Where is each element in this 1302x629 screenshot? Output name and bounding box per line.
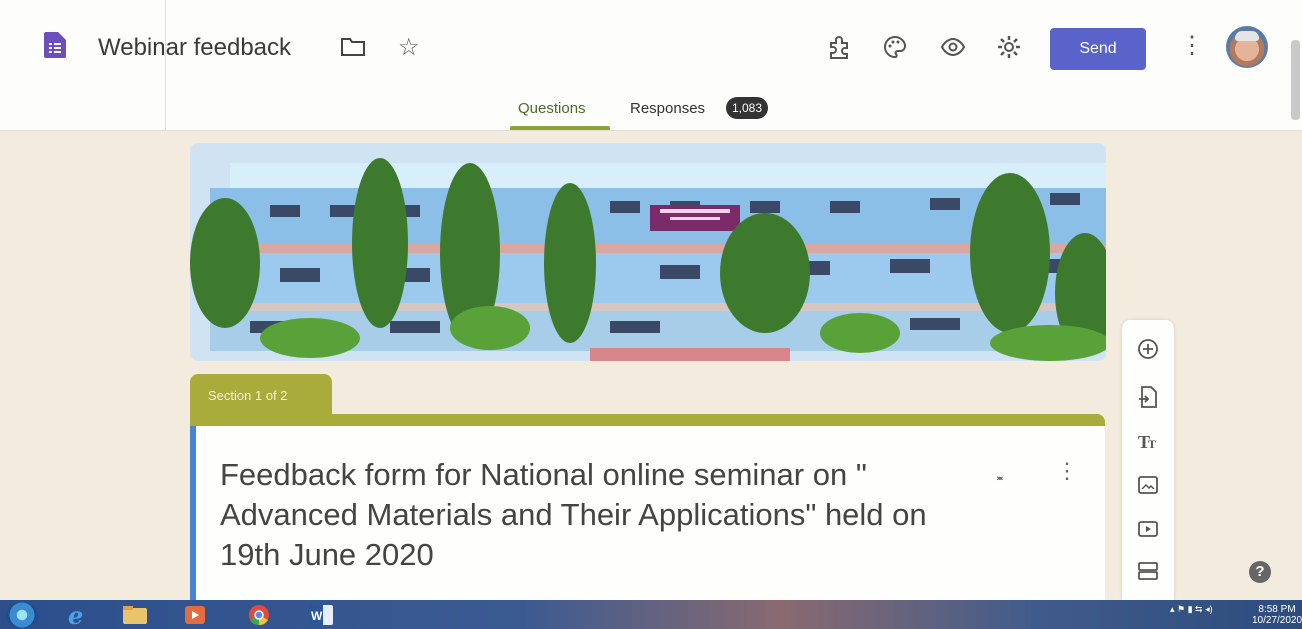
avatar[interactable]: [1226, 26, 1268, 68]
form-title-field[interactable]: Webinar feedback: [98, 34, 291, 62]
preview-eye-icon[interactable]: [940, 34, 966, 60]
add-image-icon[interactable]: [1135, 472, 1161, 498]
word-icon[interactable]: W: [306, 603, 336, 627]
send-button[interactable]: Send: [1050, 28, 1146, 70]
add-question-icon[interactable]: [1135, 336, 1161, 362]
chrome-icon[interactable]: [244, 603, 274, 627]
scrollbar[interactable]: [1291, 40, 1300, 120]
divider: [165, 0, 166, 131]
google-forms-icon[interactable]: [44, 32, 66, 58]
section-more-icon[interactable]: ⋮: [1056, 458, 1078, 484]
settings-gear-icon[interactable]: [996, 34, 1022, 60]
palette-icon[interactable]: [882, 34, 908, 60]
file-explorer-icon[interactable]: [120, 603, 150, 627]
star-icon[interactable]: ☆: [398, 33, 420, 62]
svg-text:W: W: [311, 609, 323, 623]
addon-puzzle-icon[interactable]: [826, 34, 852, 60]
system-tray[interactable]: ▴ ⚑ ▮ ⇆ ◂): [1170, 604, 1213, 615]
add-title-icon[interactable]: T T: [1135, 428, 1161, 454]
taskbar-clock[interactable]: 8:58 PM 10/27/2020: [1252, 604, 1302, 626]
media-player-icon[interactable]: [180, 603, 210, 627]
add-video-icon[interactable]: [1135, 516, 1161, 542]
header-banner-image: [190, 143, 1106, 361]
internet-explorer-icon[interactable]: e: [62, 603, 92, 627]
svg-text:e: e: [68, 603, 83, 627]
selected-card-indicator: [190, 426, 196, 600]
move-folder-icon[interactable]: [340, 36, 366, 58]
forms-header: Webinar feedback ☆ Send ⋮ Questions Resp…: [0, 0, 1302, 131]
start-button-icon[interactable]: [6, 602, 38, 628]
windows-taskbar: e W ▴ ⚑ ▮ ⇆ ◂) 8:58 PM 10/27/2020: [0, 600, 1302, 629]
add-section-icon[interactable]: [1135, 558, 1161, 584]
active-tab-indicator: [510, 126, 610, 130]
help-icon[interactable]: ?: [1249, 561, 1271, 583]
tab-questions[interactable]: Questions: [518, 100, 586, 117]
floating-toolbar: T T: [1122, 320, 1174, 600]
import-questions-icon[interactable]: [1135, 384, 1161, 410]
section-label: Section 1 of 2: [190, 374, 332, 416]
responses-count-badge: 1,083: [726, 97, 769, 119]
tab-responses[interactable]: Responses: [630, 100, 705, 117]
more-vert-icon[interactable]: ⋮: [1180, 34, 1204, 58]
collapse-section-icon[interactable]: ⌄ ⌃: [994, 468, 1006, 489]
section-title-field[interactable]: Feedback form for National online semina…: [220, 455, 960, 575]
svg-text:T: T: [1148, 437, 1156, 451]
